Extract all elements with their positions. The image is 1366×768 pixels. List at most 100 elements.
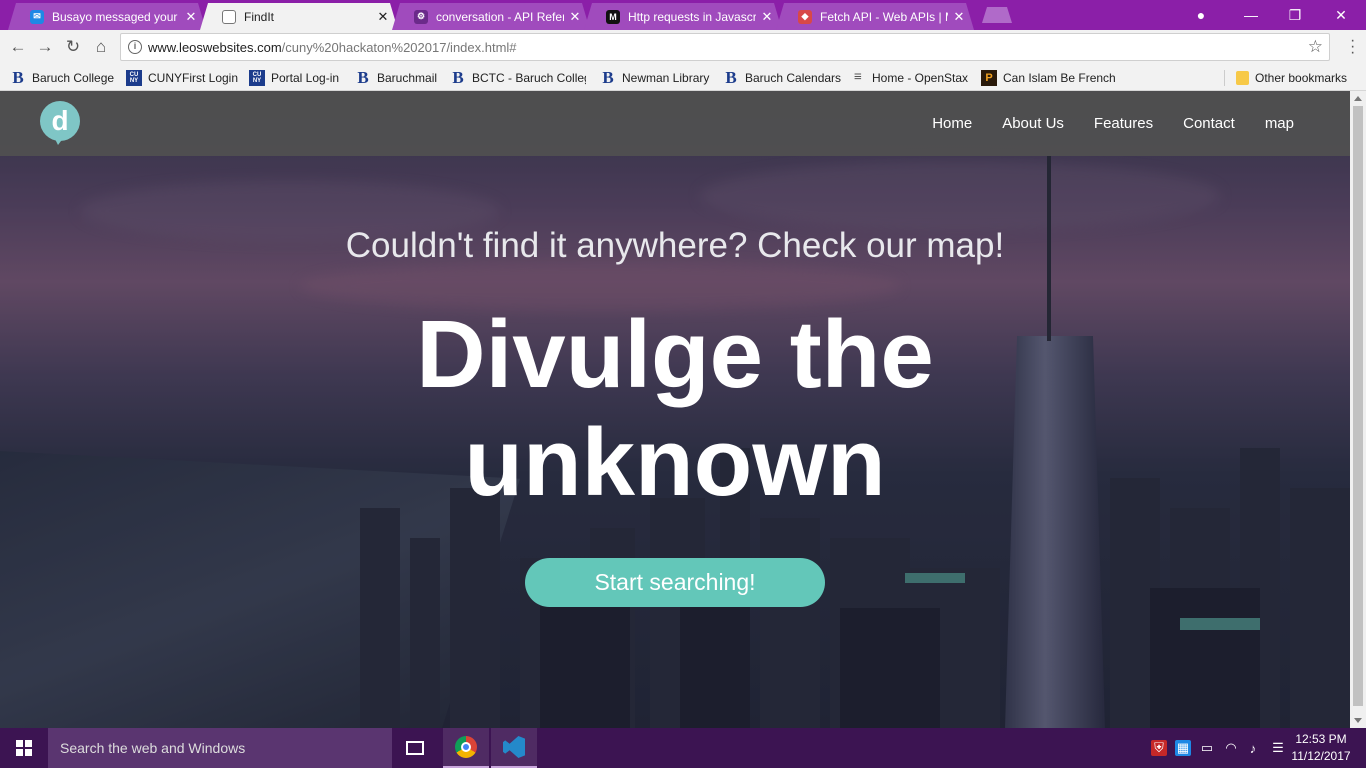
minimize-icon[interactable]: —: [1228, 0, 1274, 30]
antivirus-icon[interactable]: ⛨: [1151, 740, 1167, 756]
bookmark-label: Baruch Calendars: [745, 71, 842, 85]
site-logo[interactable]: d: [40, 101, 80, 141]
url-domain: www.leoswebsites.com: [148, 40, 282, 55]
hero-tagline: Couldn't find it anywhere? Check our map…: [345, 226, 1005, 265]
new-tab-button[interactable]: [982, 7, 1012, 23]
api-icon: ⚙: [414, 10, 428, 24]
close-icon[interactable]: ✕: [376, 9, 390, 25]
islam-icon: P: [981, 70, 997, 86]
bookmark-newman-library[interactable]: B Newman Library: [600, 68, 714, 88]
tab-conversation-api[interactable]: ⚙ conversation - API Refere ✕: [392, 3, 590, 30]
taskbar-clock[interactable]: 12:53 PM 11/12/2017: [1288, 731, 1354, 765]
scroll-down-icon[interactable]: [1354, 718, 1362, 723]
cuny-icon: CU NY: [249, 70, 265, 86]
close-icon[interactable]: ✕: [568, 9, 582, 25]
tab-findit[interactable]: FindIt ✕: [200, 3, 398, 30]
bookmark-openstax[interactable]: ≡ Home - OpenStax: [850, 68, 974, 88]
bookmark-label: Home - OpenStax: [872, 71, 969, 85]
bookmark-label: Other bookmarks: [1255, 71, 1348, 85]
bookmarks-bar: B Baruch College CU NY CUNYFirst Login CU…: [0, 64, 1366, 91]
nav-map[interactable]: map: [1265, 115, 1294, 132]
page-icon: [222, 10, 236, 24]
wifi-icon[interactable]: ◠: [1223, 740, 1239, 756]
close-icon[interactable]: ✕: [184, 9, 198, 25]
site-info-icon[interactable]: i: [128, 40, 142, 54]
baruch-icon: B: [602, 68, 614, 87]
close-icon[interactable]: ✕: [952, 9, 966, 25]
url-path: /cuny%20hackaton%202017/index.html#: [281, 40, 517, 55]
bookmark-can-islam-be-french[interactable]: P Can Islam Be French: [981, 68, 1117, 88]
baruch-icon: B: [725, 68, 737, 87]
task-view-button[interactable]: [392, 728, 438, 768]
bookmark-label: BCTC - Baruch Colleg: [472, 71, 586, 85]
chrome-icon: [455, 736, 477, 758]
reload-icon[interactable]: ↻: [63, 37, 83, 57]
tab-title: Fetch API - Web APIs | M: [820, 9, 948, 24]
bookmarks-separator: [1224, 70, 1225, 86]
tab-fetch-api[interactable]: ◆ Fetch API - Web APIs | M ✕: [776, 3, 974, 30]
bookmark-label: Newman Library: [622, 71, 710, 85]
headline-line-2: unknown: [464, 409, 886, 516]
browser-menu-icon[interactable]: · · ·: [1350, 33, 1355, 61]
page-viewport: d Home About Us Features Contact map Cou…: [0, 91, 1350, 728]
headline-line-1: Divulge the: [416, 301, 934, 408]
scrollbar-thumb[interactable]: [1353, 106, 1363, 706]
bookmark-cunyfirst[interactable]: CU NY CUNYFirst Login: [126, 68, 240, 88]
browser-toolbar: ← → ↻ ⌂ i www.leoswebsites.com/cuny%20ha…: [0, 30, 1366, 64]
tab-title: FindIt: [244, 9, 275, 24]
bookmark-baruch-college[interactable]: B Baruch College: [10, 68, 118, 88]
window-close-icon[interactable]: ✕: [1318, 0, 1364, 30]
scroll-up-icon[interactable]: [1354, 96, 1362, 101]
other-bookmarks-folder[interactable]: Other bookmarks: [1236, 68, 1356, 88]
tab-messenger[interactable]: ✉ Busayo messaged your g ✕: [8, 3, 206, 30]
nav-home[interactable]: Home: [932, 115, 972, 132]
page-scrollbar[interactable]: [1350, 91, 1366, 728]
battery-icon[interactable]: ▭: [1199, 740, 1215, 756]
nav-about-us[interactable]: About Us: [1002, 115, 1064, 132]
bookmark-baruch-calendars[interactable]: B Baruch Calendars: [723, 68, 843, 88]
address-url: www.leoswebsites.com/cuny%20hackaton%202…: [148, 40, 517, 55]
address-bar[interactable]: i www.leoswebsites.com/cuny%20hackaton%2…: [120, 33, 1330, 61]
clock-time: 12:53 PM: [1295, 732, 1347, 746]
tab-title: Busayo messaged your g: [52, 9, 180, 24]
profile-icon[interactable]: ●: [1178, 0, 1224, 30]
bookmark-baruchmail[interactable]: B Baruchmail: [355, 68, 441, 88]
messenger-icon: ✉: [30, 10, 44, 24]
nav-contact[interactable]: Contact: [1183, 115, 1235, 132]
medium-icon: M: [606, 10, 620, 24]
bookmark-label: Portal Log-in: [271, 71, 340, 85]
tab-http-requests[interactable]: M Http requests in Javascrip ✕: [584, 3, 782, 30]
windows-taskbar: Search the web and Windows ⛨ ▦ ▭ ◠ ♪ ☰ 1…: [0, 728, 1366, 768]
bookmark-bctc[interactable]: B BCTC - Baruch Colleg: [450, 68, 586, 88]
bookmark-label: Baruch College: [32, 71, 115, 85]
close-icon[interactable]: ✕: [760, 9, 774, 25]
start-button[interactable]: [0, 728, 48, 768]
taskbar-vscode[interactable]: [491, 728, 537, 768]
network-adapter-icon[interactable]: ▦: [1175, 740, 1191, 756]
bookmark-star-icon[interactable]: ☆: [1308, 37, 1323, 57]
openstax-icon: ≡: [854, 70, 862, 85]
home-icon[interactable]: ⌂: [91, 37, 111, 57]
baruch-icon: B: [452, 68, 464, 87]
forward-arrow-icon[interactable]: →: [35, 37, 55, 57]
back-arrow-icon[interactable]: ←: [8, 37, 28, 57]
tab-title: Http requests in Javascrip: [628, 9, 756, 24]
folder-icon: [1236, 71, 1249, 85]
bookmark-label: CUNYFirst Login: [148, 71, 239, 85]
taskbar-chrome[interactable]: [443, 728, 489, 768]
bookmark-label: Can Islam Be French: [1003, 71, 1116, 85]
vscode-icon: [503, 736, 525, 758]
baruch-icon: B: [357, 68, 369, 87]
volume-icon[interactable]: ♪: [1245, 740, 1261, 756]
notifications-icon[interactable]: ☰: [1270, 740, 1286, 756]
windows-logo-icon: [16, 740, 32, 756]
taskbar-search-box[interactable]: Search the web and Windows: [48, 728, 392, 768]
bookmark-portal-login[interactable]: CU NY Portal Log-in: [249, 68, 345, 88]
site-navbar: d Home About Us Features Contact map: [0, 91, 1350, 156]
restore-icon[interactable]: ❐: [1272, 0, 1318, 30]
browser-tab-strip: ✉ Busayo messaged your g ✕ FindIt ✕ ⚙ co…: [0, 0, 1366, 30]
tab-title: conversation - API Refere: [436, 9, 564, 24]
start-searching-button[interactable]: Start searching!: [525, 558, 825, 607]
baruch-icon: B: [12, 68, 24, 87]
nav-features[interactable]: Features: [1094, 115, 1153, 132]
